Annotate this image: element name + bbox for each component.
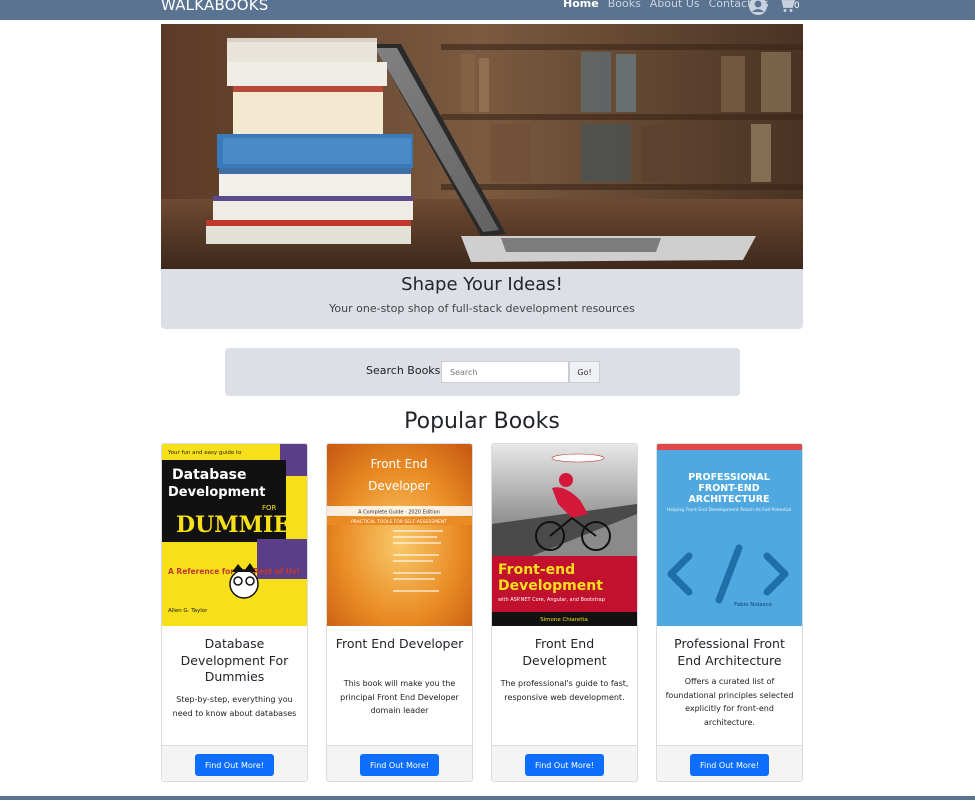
card-footer: Find Out More! bbox=[162, 745, 307, 781]
cover-4-author: Fabio Nolasco bbox=[734, 602, 772, 608]
cover-4-subtitle: Helping Front-End Development Reach Its … bbox=[667, 507, 791, 513]
find-out-more-button[interactable]: Find Out More! bbox=[525, 754, 604, 776]
cover-3-subtitle: with ASP.NET Core, Angular, and Bootstra… bbox=[498, 597, 605, 603]
cover-2-guide: A Complete Guide · 2020 Edition bbox=[358, 510, 440, 516]
book-title: Database Development For Dummies bbox=[180, 636, 289, 684]
cover-1-title-line2: Development bbox=[168, 485, 265, 500]
user-circle-icon[interactable] bbox=[748, 0, 768, 16]
book-title: Professional Front End Architecture bbox=[674, 636, 785, 668]
find-out-more-button[interactable]: Find Out More! bbox=[360, 754, 439, 776]
footer-bar bbox=[0, 796, 975, 800]
hero-caption: Shape Your Ideas! Your one-stop shop of … bbox=[161, 269, 803, 329]
cover-1-author: Allen G. Taylor bbox=[168, 608, 208, 614]
book-description: Step-by-step, everything you need to kno… bbox=[172, 695, 297, 718]
find-out-more-button[interactable]: Find Out More! bbox=[195, 754, 274, 776]
nav-links: Home Books About Us Contact Us bbox=[563, 0, 769, 10]
book-card: Your fun and easy guide to Database Deve… bbox=[161, 443, 308, 782]
book-card: Front-end Development with ASP.NET Core,… bbox=[491, 443, 638, 782]
book-title: Front End Development bbox=[522, 636, 607, 668]
cover-1-title-line1: Database bbox=[172, 467, 247, 483]
hero-subtitle: Your one-stop shop of full-stack develop… bbox=[329, 302, 635, 315]
navbar: WALKABOOKS Home Books About Us Contact U… bbox=[0, 0, 975, 20]
hero-title: Shape Your Ideas! bbox=[401, 274, 563, 295]
cover-2-tools: PRACTICAL TOOLS FOR SELF-ASSESSMENT bbox=[351, 519, 447, 525]
nav-link-books[interactable]: Books bbox=[608, 0, 641, 10]
cover-2-title-line2: Developer bbox=[368, 479, 430, 493]
cover-2-title-line1: Front End bbox=[371, 457, 428, 471]
cover-3-title-line1: Front-end bbox=[498, 562, 575, 578]
cover-3-title-line2: Development bbox=[498, 578, 603, 594]
book-description: This book will make you the principal Fr… bbox=[340, 679, 459, 715]
cart-count-badge: 0 bbox=[794, 1, 800, 11]
find-out-more-button[interactable]: Find Out More! bbox=[690, 754, 769, 776]
cover-4-title-line1: PROFESSIONAL bbox=[688, 472, 770, 483]
book-card: PROFESSIONAL FRONT-END ARCHITECTURE Help… bbox=[656, 443, 803, 782]
cover-4-title-line2: FRONT-END bbox=[698, 483, 759, 494]
cover-1-dummies: DUMMIES bbox=[176, 512, 306, 538]
card-footer: Find Out More! bbox=[492, 745, 637, 781]
card-footer: Find Out More! bbox=[327, 745, 472, 781]
book-card: Front End Developer A Complete Guide · 2… bbox=[326, 443, 473, 782]
book-cover-image[interactable]: Your fun and easy guide to Database Deve… bbox=[162, 444, 307, 626]
book-cover-image[interactable]: Front-end Development with ASP.NET Core,… bbox=[492, 444, 637, 626]
book-title: Front End Developer bbox=[335, 636, 464, 651]
nav-link-home[interactable]: Home bbox=[563, 0, 599, 10]
cover-4-title-line3: ARCHITECTURE bbox=[688, 494, 769, 505]
popular-books-heading: Popular Books bbox=[404, 409, 560, 434]
brand-logo[interactable]: WALKABOOKS bbox=[161, 0, 268, 14]
cover-3-author: Simone Chiaretta bbox=[540, 617, 588, 623]
search-label: Search Books bbox=[366, 364, 441, 377]
book-description: The professional's guide to fast, respon… bbox=[500, 679, 629, 702]
book-cover-image[interactable]: Front End Developer A Complete Guide · 2… bbox=[327, 444, 472, 626]
search-input[interactable] bbox=[441, 361, 569, 383]
search-go-button[interactable]: Go! bbox=[569, 361, 600, 383]
search-panel: Search Books Go! bbox=[225, 348, 740, 396]
hero-image bbox=[161, 24, 803, 269]
cover-1-tagline: Your fun and easy guide to bbox=[167, 450, 242, 456]
nav-link-about[interactable]: About Us bbox=[650, 0, 700, 10]
cover-1-for: FOR bbox=[262, 504, 277, 512]
card-footer: Find Out More! bbox=[657, 745, 802, 781]
book-cover-image[interactable]: PROFESSIONAL FRONT-END ARCHITECTURE Help… bbox=[657, 444, 802, 626]
book-description: Offers a curated list of foundational pr… bbox=[665, 677, 794, 727]
